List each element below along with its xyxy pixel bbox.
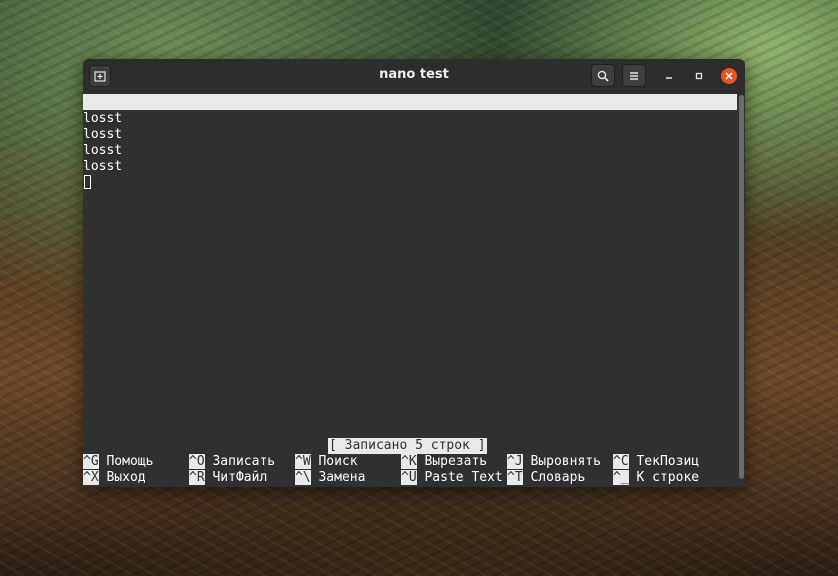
scrollbar[interactable] — [739, 95, 744, 479]
shortcut-label: Выровнять — [530, 454, 601, 469]
text-cursor — [84, 175, 91, 189]
close-button[interactable] — [721, 68, 737, 84]
shortcut-cur-pos[interactable]: ^C ТекПозиц — [613, 454, 699, 470]
shortcut-paste[interactable]: ^U Paste Text — [401, 470, 503, 486]
terminal-window: nano test GNU nano 4.8 test losst losst … — [83, 59, 745, 487]
nano-header-bar: GNU nano 4.8 test — [83, 94, 737, 141]
maximize-icon — [695, 72, 703, 80]
shortcut-key: ^K — [401, 454, 417, 469]
shortcut-key: ^J — [507, 454, 523, 469]
shortcut-key: ^_ — [613, 470, 629, 485]
search-button[interactable] — [591, 64, 615, 87]
titlebar[interactable]: nano test — [83, 59, 745, 93]
minimize-icon — [666, 77, 672, 79]
hamburger-menu-icon — [630, 71, 638, 80]
shortcut-label: Paste Text — [424, 470, 503, 485]
shortcut-label: Замена — [318, 470, 366, 485]
shortcut-key: ^W — [295, 454, 311, 469]
minimize-button[interactable] — [661, 68, 677, 84]
menu-button[interactable] — [622, 64, 646, 87]
shortcut-label: Помощь — [106, 454, 154, 469]
shortcut-key: ^\ — [295, 470, 311, 485]
shortcut-write[interactable]: ^O Записать — [189, 454, 275, 470]
close-icon — [725, 72, 733, 80]
maximize-button[interactable] — [691, 68, 707, 84]
nano-filename: test — [410, 126, 442, 141]
shortcut-go-to-line[interactable]: ^_ К строке — [613, 470, 699, 486]
shortcut-label: Записать — [212, 454, 276, 469]
text-line-2[interactable]: losst — [83, 127, 122, 143]
shortcut-justify[interactable]: ^J Выровнять — [507, 454, 601, 470]
shortcut-replace[interactable]: ^\ Замена — [295, 470, 365, 486]
terminal-area[interactable]: GNU nano 4.8 test losst losst losst loss… — [83, 93, 745, 487]
shortcut-key: ^O — [189, 454, 205, 469]
text-line-1[interactable]: losst — [83, 111, 122, 127]
shortcut-read-file[interactable]: ^R ЧитФайл — [189, 470, 267, 486]
shortcut-cut[interactable]: ^K Вырезать — [401, 454, 487, 470]
shortcut-key: ^T — [507, 470, 523, 485]
shortcut-label: Выход — [106, 470, 146, 485]
shortcut-label: Вырезать — [424, 454, 488, 469]
shortcut-label: К строке — [636, 470, 700, 485]
text-line-3[interactable]: losst — [83, 143, 122, 159]
shortcut-key: ^R — [189, 470, 205, 485]
shortcut-key: ^C — [613, 454, 629, 469]
shortcut-spell[interactable]: ^T Словарь — [507, 470, 585, 486]
search-icon — [597, 70, 609, 82]
shortcut-key: ^X — [83, 470, 99, 485]
shortcut-key: ^G — [83, 454, 99, 469]
shortcut-label: ТекПозиц — [636, 454, 700, 469]
shortcut-label: ЧитФайл — [212, 470, 268, 485]
shortcut-exit[interactable]: ^X Выход — [83, 470, 146, 486]
shortcut-search[interactable]: ^W Поиск — [295, 454, 358, 470]
shortcut-key: ^U — [401, 470, 417, 485]
status-message: [ Записано 5 строк ] — [328, 438, 487, 454]
shortcut-label: Словарь — [530, 470, 586, 485]
shortcut-label: Поиск — [318, 454, 358, 469]
shortcut-help[interactable]: ^G Помощь — [83, 454, 153, 470]
text-line-4[interactable]: losst — [83, 159, 122, 175]
